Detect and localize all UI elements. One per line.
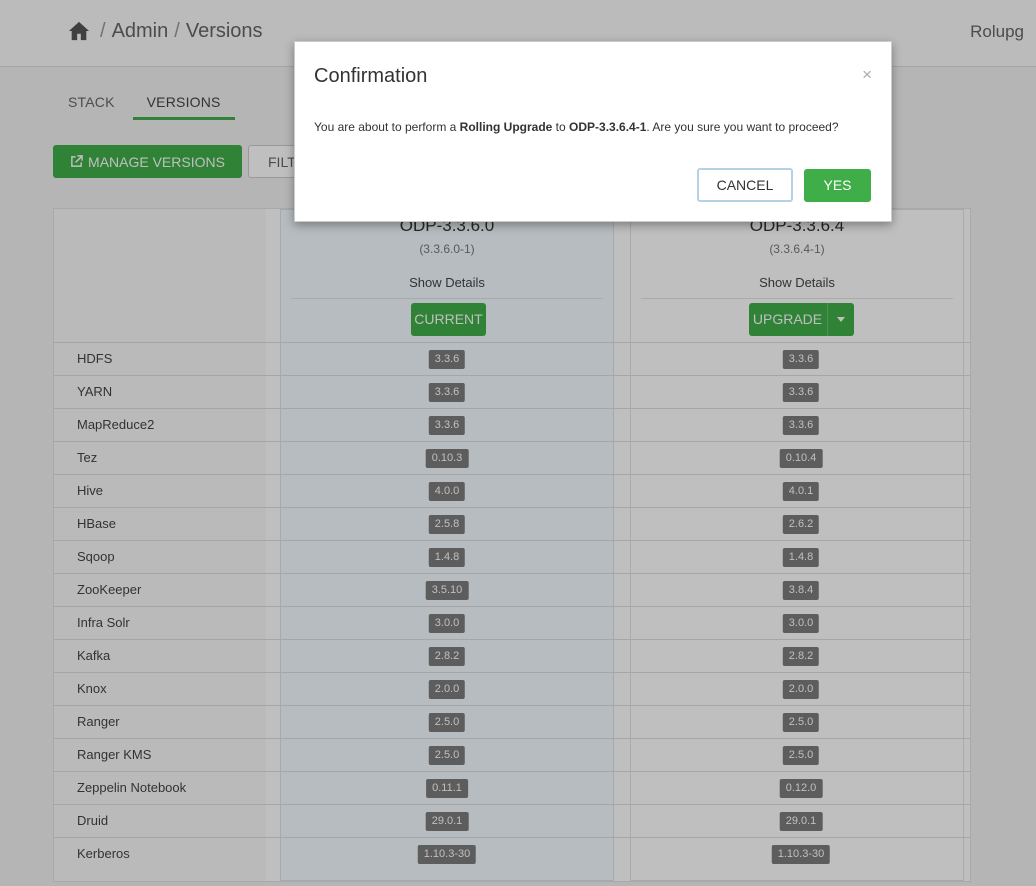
- close-icon[interactable]: ×: [862, 65, 872, 85]
- dialog-title: Confirmation: [314, 65, 428, 87]
- target-version: ODP-3.3.6.4-1: [569, 120, 647, 134]
- cancel-button[interactable]: CANCEL: [697, 168, 793, 202]
- message-text: . Are you sure you want to proceed?: [646, 120, 839, 134]
- yes-button[interactable]: YES: [804, 169, 871, 202]
- message-text: You are about to perform a: [314, 120, 460, 134]
- confirmation-dialog: Confirmation × You are about to perform …: [294, 41, 892, 222]
- message-text: to: [552, 120, 570, 134]
- dialog-message: You are about to perform a Rolling Upgra…: [314, 120, 839, 134]
- upgrade-type: Rolling Upgrade: [459, 120, 553, 134]
